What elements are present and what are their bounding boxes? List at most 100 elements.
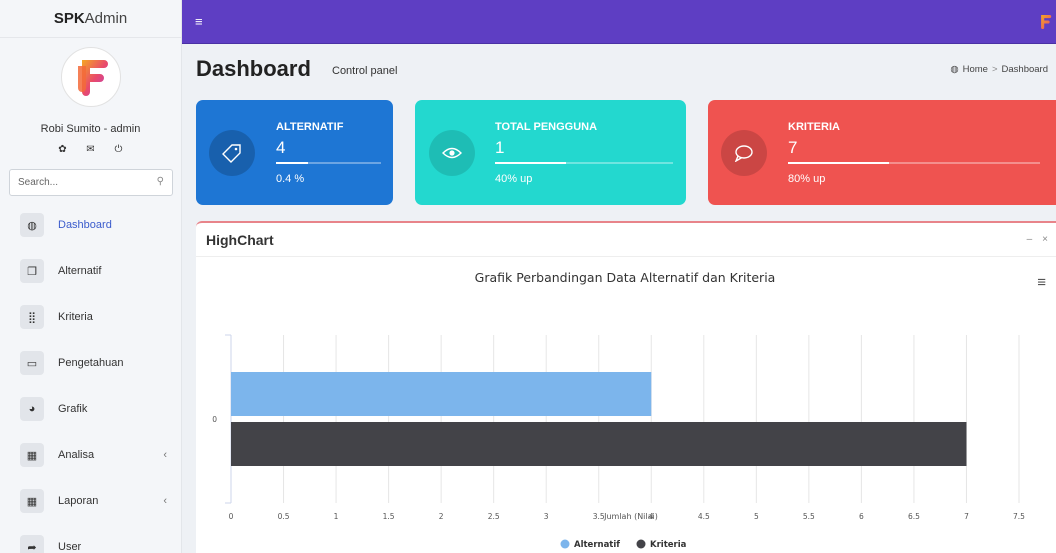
- table-icon: ▦: [20, 489, 44, 513]
- laptop-icon: ▭: [20, 351, 44, 375]
- x-tick-label: 6: [859, 512, 864, 521]
- dashboard-icon: ◍: [20, 213, 44, 237]
- search-icon[interactable]: ⚲: [157, 176, 164, 187]
- envelope-icon[interactable]: ✉: [84, 144, 98, 155]
- page-subtitle: Control panel: [332, 65, 398, 77]
- copy-icon: ❐: [20, 259, 44, 283]
- sidebar-item-dashboard[interactable]: ◍ Dashboard: [0, 202, 181, 248]
- dashboard-icon: ◍: [950, 64, 959, 75]
- avatar: [60, 47, 121, 107]
- bar-kriteria: [231, 422, 967, 466]
- sidebar-item-analisa[interactable]: ▦ Analisa ‹: [0, 432, 181, 478]
- x-tick-label: 7.5: [1013, 512, 1025, 521]
- user-actions: ✿ ✉ ⏻: [0, 144, 181, 155]
- sidebar-menu: ◍ Dashboard ❐ Alternatif ⣿ Kriteria ▭ Pe…: [0, 202, 181, 553]
- card-progress: [788, 162, 1040, 164]
- topbar: ≡: [182, 0, 1056, 44]
- brand-bold: SPK: [53, 10, 85, 27]
- card-title: TOTAL PENGGUNA: [495, 121, 598, 133]
- sidebar-item-user[interactable]: ➦ User: [0, 524, 181, 553]
- grid-icon: ⣿: [20, 305, 44, 329]
- breadcrumb: ◍ Home > Dashboard: [950, 64, 1048, 75]
- search-input[interactable]: [10, 170, 150, 195]
- card-description: 40% up: [495, 173, 533, 185]
- stat-card-alternatif: ALTERNATIF 4 0.4 %: [196, 100, 393, 205]
- x-tick-label: 1.5: [383, 512, 395, 521]
- table-icon: ▦: [20, 443, 44, 467]
- sidebar-item-alternatif[interactable]: ❐ Alternatif: [0, 248, 181, 294]
- logo-icon[interactable]: [1038, 13, 1052, 31]
- stat-card-total-pengguna: TOTAL PENGGUNA 1 40% up: [415, 100, 686, 205]
- card-description: 0.4 %: [276, 173, 305, 185]
- x-tick-label: 2: [439, 512, 444, 521]
- card-progress: [495, 162, 673, 164]
- card-value: 1: [495, 138, 505, 157]
- close-icon[interactable]: ×: [1042, 234, 1048, 245]
- user-name: Robi Sumito - admin: [40, 123, 141, 135]
- legend-marker: [560, 539, 570, 549]
- sidebar-item-label: Analisa: [58, 449, 95, 461]
- legend-label: Alternatif: [574, 540, 620, 550]
- card-value: 7: [788, 138, 798, 157]
- eye-icon: [429, 130, 475, 176]
- x-tick-label: 7: [964, 512, 969, 521]
- chart: Grafik Perbandingan Data Alternatif dan …: [212, 270, 1025, 550]
- chart-panel: HighChart – × ≡ Grafik Perbandingan Data…: [196, 221, 1056, 553]
- card-title: ALTERNATIF: [276, 121, 344, 133]
- sidebar-item-grafik[interactable]: ◕ Grafik: [0, 386, 181, 432]
- sidebar: SPKAdmin Robi Sumito - admin ✿ ✉ ⏻ ⚲ ◍ D…: [0, 0, 182, 553]
- search-box: ⚲: [9, 169, 173, 196]
- hamburger-icon[interactable]: ≡: [195, 14, 203, 29]
- share-icon: ➦: [20, 535, 44, 553]
- x-tick-label: 3: [544, 512, 549, 521]
- card-progress-fill: [495, 162, 567, 164]
- card-progress: [276, 162, 381, 164]
- chart-title: Grafik Perbandingan Data Alternatif dan …: [475, 270, 776, 285]
- legend-marker: [636, 539, 646, 549]
- card-title: KRITERIA: [788, 121, 840, 133]
- power-icon[interactable]: ⏻: [112, 144, 126, 155]
- sidebar-item-label: Pengetahuan: [58, 357, 124, 369]
- breadcrumb-current: Dashboard: [1001, 64, 1048, 75]
- sidebar-item-pengetahuan[interactable]: ▭ Pengetahuan: [0, 340, 181, 386]
- card-value: 4: [276, 138, 286, 157]
- sidebar-item-laporan[interactable]: ▦ Laporan ‹: [0, 478, 181, 524]
- chevron-left-icon: ‹: [163, 449, 167, 461]
- x-tick-label: 0.5: [278, 512, 290, 521]
- card-progress-fill: [276, 162, 308, 164]
- panel-title: HighChart: [206, 232, 274, 248]
- brand-logo[interactable]: SPKAdmin: [0, 0, 181, 38]
- sidebar-item-label: Kriteria: [58, 311, 93, 323]
- chevron-left-icon: ‹: [163, 495, 167, 507]
- x-tick-label: 3.5: [593, 512, 605, 521]
- sidebar-item-kriteria[interactable]: ⣿ Kriteria: [0, 294, 181, 340]
- sidebar-item-label: Alternatif: [58, 265, 102, 277]
- x-tick-label: 4: [649, 512, 654, 521]
- gear-icon[interactable]: ✿: [56, 144, 70, 155]
- panel-header: HighChart – ×: [196, 223, 1056, 257]
- x-tick-label: 5: [754, 512, 759, 521]
- sidebar-item-label: Grafik: [58, 403, 88, 415]
- stat-card-kriteria: KRITERIA 7 80% up: [708, 100, 1056, 205]
- breadcrumb-separator: >: [991, 64, 998, 75]
- x-tick-label: 1: [334, 512, 339, 521]
- bar-alternatif: [231, 372, 652, 416]
- brand-light: Admin: [84, 10, 128, 27]
- panel-tools: – ×: [1027, 234, 1048, 245]
- legend-label: Kriteria: [650, 540, 687, 550]
- sidebar-item-label: Laporan: [58, 495, 99, 507]
- x-tick-label: 2.5: [488, 512, 500, 521]
- minimize-icon[interactable]: –: [1027, 234, 1033, 245]
- x-tick-label: 4.5: [698, 512, 710, 521]
- card-progress-fill: [788, 162, 889, 164]
- pie-icon: ◕: [20, 397, 44, 421]
- x-tick-label: 5.5: [803, 512, 815, 521]
- sidebar-item-label: User: [58, 541, 82, 553]
- card-description: 80% up: [788, 173, 826, 185]
- tag-icon: [209, 130, 255, 176]
- x-tick-label: 0: [229, 512, 234, 521]
- y-tick-label: 0: [212, 415, 217, 424]
- breadcrumb-home[interactable]: Home: [963, 64, 988, 75]
- comment-icon: [721, 130, 767, 176]
- x-tick-label: 6.5: [908, 512, 920, 521]
